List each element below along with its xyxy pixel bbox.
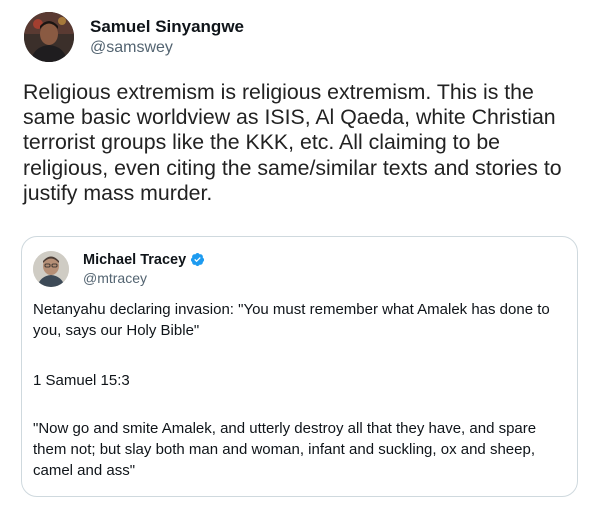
quoted-name-row: Michael Tracey — [83, 252, 205, 269]
quoted-avatar[interactable] — [33, 251, 69, 287]
quoted-tweet-paragraph: 1 Samuel 15:3 — [33, 372, 130, 389]
profile-photo-icon — [33, 251, 69, 287]
verified-badge-icon — [190, 252, 205, 267]
quoted-author-handle[interactable]: @mtracey — [83, 270, 205, 286]
tweet: Samuel Sinyangwe @samswey Religious extr… — [0, 0, 601, 513]
author-handle[interactable]: @samswey — [90, 39, 244, 57]
quoted-author-display-name[interactable]: Michael Tracey — [83, 252, 186, 269]
author-display-name[interactable]: Samuel Sinyangwe — [90, 17, 244, 37]
avatar[interactable] — [24, 12, 74, 62]
quoted-author-names: Michael Tracey @mtracey — [83, 252, 205, 287]
tweet-header: Samuel Sinyangwe @samswey — [24, 12, 244, 62]
quoted-tweet-header: Michael Tracey @mtracey — [33, 251, 205, 287]
quoted-tweet-paragraph: "Now go and smite Amalek, and utterly de… — [33, 420, 537, 479]
quoted-tweet-card[interactable]: Michael Tracey @mtracey Netanyahu declar… — [21, 236, 578, 497]
quoted-tweet-paragraph: Netanyahu declaring invasion: "You must … — [33, 301, 550, 339]
profile-photo-icon — [24, 12, 74, 62]
tweet-text: Religious extremism is religious extremi… — [23, 80, 562, 205]
author-names: Samuel Sinyangwe @samswey — [90, 17, 244, 58]
